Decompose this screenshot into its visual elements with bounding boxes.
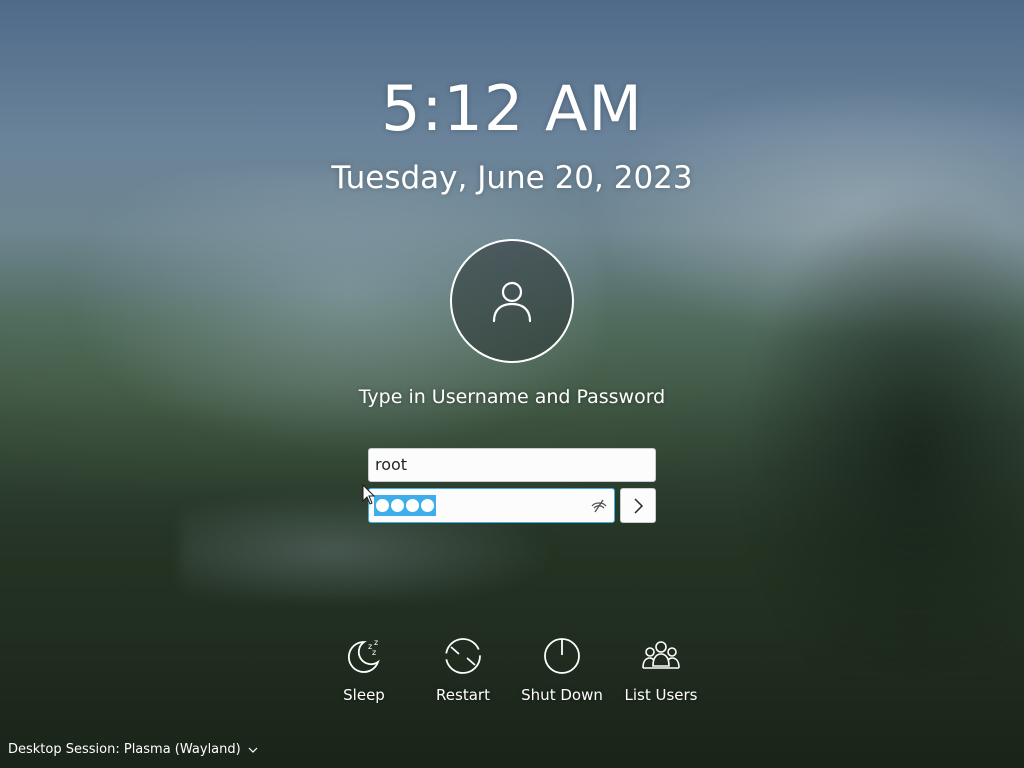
username-field[interactable]: root [368, 448, 656, 482]
session-selector[interactable]: Desktop Session: Plasma (Wayland) [8, 742, 258, 757]
password-field[interactable] [368, 488, 615, 523]
password-dot [391, 499, 404, 512]
wallpaper-trees [740, 190, 1024, 670]
password-dot [406, 499, 419, 512]
restart-label: Restart [436, 686, 490, 704]
list-users-label: List Users [624, 686, 698, 704]
sleep-button[interactable]: z z z Sleep [316, 636, 412, 704]
login-prompt: Type in Username and Password [358, 386, 666, 408]
chevron-right-icon [634, 497, 644, 514]
password-selection [374, 495, 436, 516]
clock-date: Tuesday, June 20, 2023 [331, 160, 693, 196]
login-screen: 5:12 AM Tuesday, June 20, 2023 Type in U… [0, 0, 1024, 768]
shutdown-label: Shut Down [521, 686, 603, 704]
password-dot [421, 499, 434, 512]
session-label: Desktop Session: Plasma (Wayland) [8, 742, 241, 757]
svg-text:z: z [374, 638, 378, 647]
power-icon [544, 638, 580, 674]
mouse-pointer-icon [362, 484, 376, 505]
eye-hidden-icon[interactable] [590, 497, 608, 515]
user-avatar[interactable] [450, 239, 574, 363]
sleep-icon: z z z [348, 638, 380, 673]
chevron-down-icon [248, 747, 258, 753]
password-dot [376, 499, 389, 512]
user-icon [492, 281, 532, 323]
restart-icon [445, 638, 481, 674]
users-icon [642, 641, 680, 669]
sleep-label: Sleep [343, 686, 385, 704]
login-submit-button[interactable] [620, 488, 656, 523]
restart-button[interactable]: Restart [415, 636, 511, 704]
shutdown-button[interactable]: Shut Down [514, 636, 610, 704]
svg-text:z: z [372, 648, 376, 657]
clock-time: 5:12 AM [381, 72, 643, 145]
list-users-button[interactable]: List Users [613, 636, 709, 704]
